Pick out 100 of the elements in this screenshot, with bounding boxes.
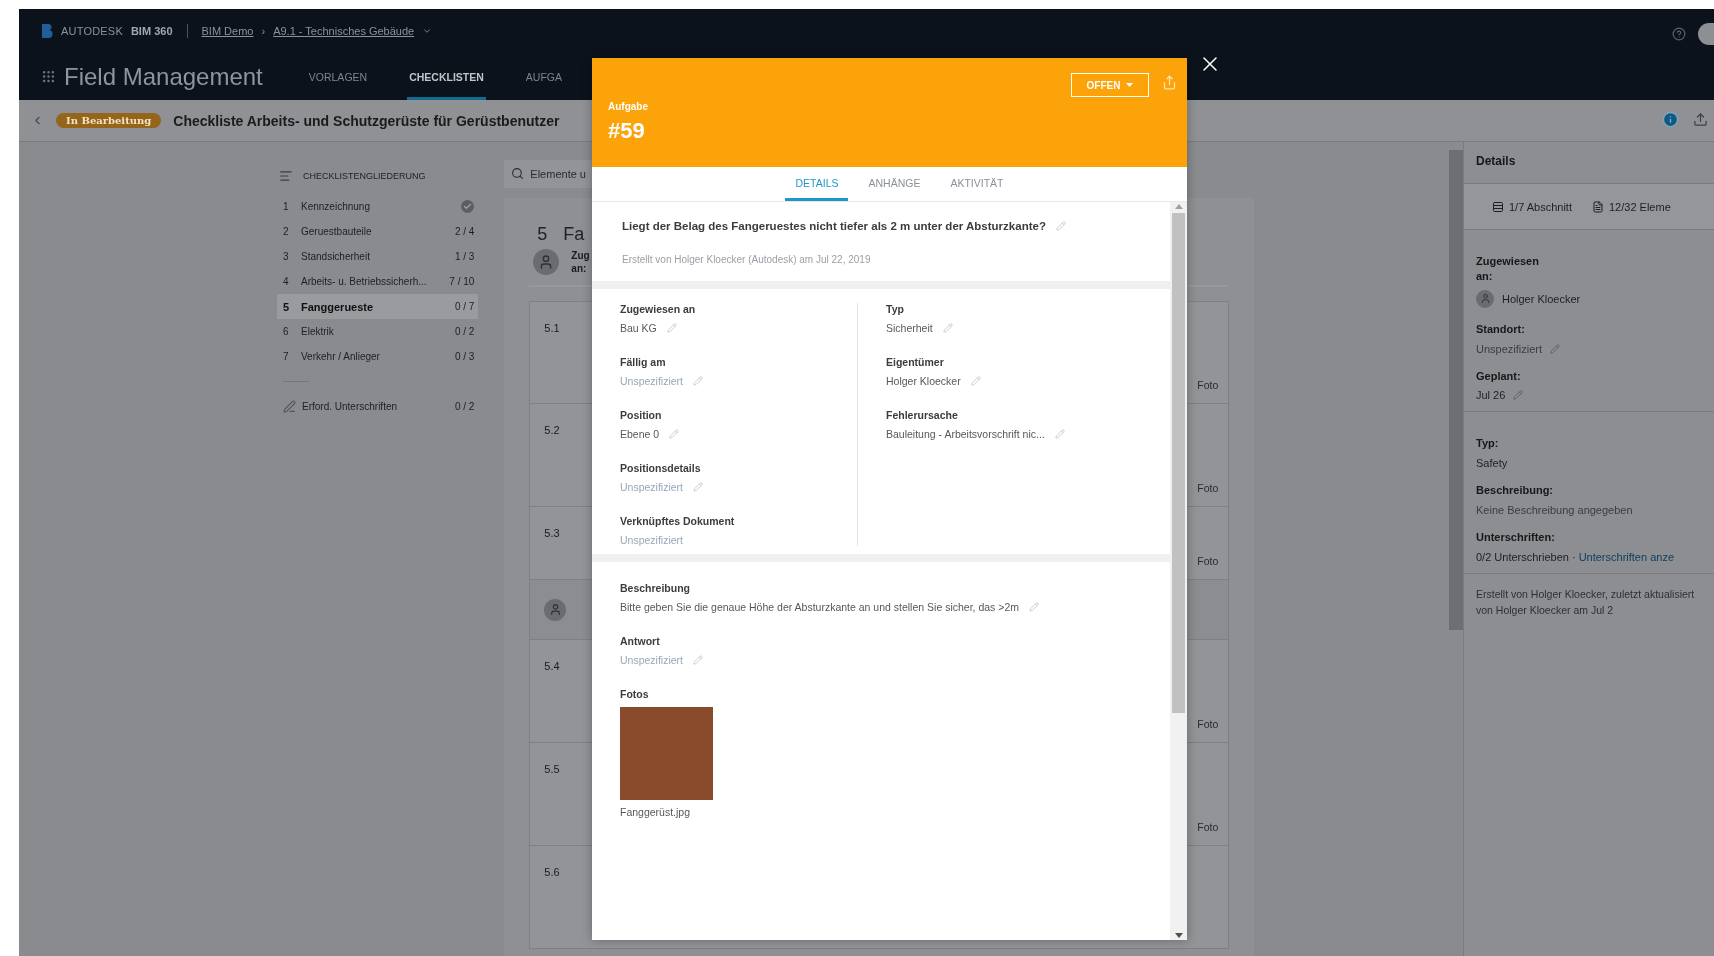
attachment-label: Foto bbox=[1197, 555, 1219, 567]
signatures-link[interactable]: Unterschriften anze bbox=[1578, 550, 1674, 563]
attachment-label: Foto bbox=[1197, 379, 1219, 391]
outline-item[interactable]: 6 Elektrik 0 / 2 bbox=[277, 319, 479, 344]
field-value: Jul 26 bbox=[1476, 389, 1702, 402]
task-type: Aufgabe bbox=[608, 101, 649, 112]
audit-text: Erstellt von Holger Kloecker, zuletzt aktualisiert von Holger Kloecker am Jul 2 bbox=[1475, 586, 1696, 619]
edit-icon[interactable] bbox=[942, 323, 953, 333]
field-value: Safety bbox=[1476, 457, 1509, 470]
attachment-label: Foto bbox=[1197, 821, 1219, 833]
logo-icon bbox=[41, 23, 53, 39]
dialog-tab[interactable]: ANHÄNGE bbox=[858, 167, 931, 201]
edit-icon[interactable] bbox=[1055, 221, 1066, 231]
signature-status: 0/2 Unterschrieben bbox=[1476, 550, 1569, 563]
field-label: Verknüpftes Dokument bbox=[620, 515, 736, 527]
field-value: Unspezifiziert bbox=[1476, 342, 1702, 355]
field-label: Zugewiesen an: bbox=[1476, 254, 1540, 284]
outline-item[interactable]: 3 Standsicherheit 1 / 3 bbox=[277, 244, 479, 269]
share-icon[interactable] bbox=[1162, 75, 1177, 90]
section-count: 2 / 4 bbox=[454, 226, 475, 237]
edit-icon[interactable] bbox=[669, 429, 680, 439]
field-value: Unspezifiziert bbox=[620, 534, 685, 546]
edit-icon[interactable] bbox=[693, 482, 704, 492]
edit-icon[interactable] bbox=[666, 323, 677, 333]
field-label: Typ: bbox=[1476, 436, 1500, 452]
field-label: Position bbox=[620, 409, 663, 421]
assignee-name: Holger Kloecker bbox=[1476, 289, 1702, 308]
edit-icon[interactable] bbox=[693, 655, 704, 665]
avatar bbox=[533, 249, 560, 275]
status-badge: In Bearbeitung bbox=[56, 113, 162, 128]
field-label: Eigentümer bbox=[886, 356, 945, 368]
section-count: 1 / 3 bbox=[454, 251, 475, 262]
outline-item[interactable]: 1 Kennzeichnung bbox=[277, 194, 479, 219]
section-icon bbox=[1492, 200, 1504, 213]
field-label: Beschreibung bbox=[620, 582, 691, 594]
dialog-tab[interactable]: AKTIVITÄT bbox=[940, 167, 1014, 201]
avatar[interactable] bbox=[1698, 23, 1714, 45]
avatar bbox=[1476, 289, 1494, 308]
edit-icon[interactable] bbox=[1550, 343, 1561, 354]
nav-tab[interactable]: VORLAGEN bbox=[306, 53, 370, 100]
dialog-tab[interactable]: DETAILS bbox=[785, 167, 849, 201]
scrollbar[interactable] bbox=[1170, 202, 1187, 940]
section-number: 5 bbox=[537, 224, 548, 245]
edit-icon[interactable] bbox=[1029, 602, 1039, 612]
photo-placeholder[interactable] bbox=[620, 707, 713, 800]
task-question: Liegt der Belag des Fangeruestes nicht tiefer als 2 m unter der Absturzkante? bbox=[622, 220, 1046, 232]
assignee-label: Zug an: bbox=[571, 249, 590, 275]
breadcrumb-separator: › bbox=[261, 25, 266, 37]
photo-filename: Fanggerüst.jpg bbox=[620, 806, 692, 818]
field-label: Antwort bbox=[620, 635, 661, 647]
document-icon bbox=[1592, 200, 1604, 213]
field-label: Fällig am bbox=[620, 356, 667, 368]
avatar bbox=[544, 598, 567, 621]
edit-icon[interactable] bbox=[1054, 429, 1065, 439]
field-value: Keine Beschreibung angegeben bbox=[1476, 504, 1634, 517]
field-value: Unspezifiziert bbox=[620, 375, 857, 387]
field-label: Fehlerursache bbox=[886, 409, 959, 421]
scroll-up-arrow-icon[interactable] bbox=[1174, 204, 1183, 209]
edit-icon[interactable] bbox=[1513, 390, 1524, 401]
help-icon[interactable] bbox=[1672, 27, 1686, 41]
section-count: 7 / 10 bbox=[449, 276, 475, 287]
share-icon[interactable] bbox=[1693, 112, 1708, 127]
field-value: Bitte geben Sie die genaue Höhe der Absturzkante an und stellen Sie sicher, das >2m bbox=[620, 601, 1142, 613]
stat-label: 12/32 Eleme bbox=[1592, 200, 1671, 213]
edit-icon[interactable] bbox=[693, 376, 704, 386]
signatures-item[interactable]: Erford. Unterschriften 0 / 2 bbox=[277, 394, 479, 419]
outline-item[interactable]: 5 Fanggerueste 0 / 7 bbox=[277, 294, 479, 319]
field-value: Bau KG bbox=[620, 322, 857, 334]
search-icon bbox=[511, 167, 525, 180]
outline-item[interactable]: 4 Arbeits- u. Betriebssicherh... 7 / 10 bbox=[277, 269, 479, 294]
attachment-label: Foto bbox=[1197, 718, 1219, 730]
task-number: #59 bbox=[608, 118, 646, 144]
separator-dot: · bbox=[1571, 550, 1576, 563]
field-label: Fotos bbox=[620, 688, 650, 700]
field-value: Unspezifiziert bbox=[620, 654, 1142, 666]
field-label: Unterschriften: bbox=[1476, 530, 1556, 545]
attachment-label: Foto bbox=[1197, 482, 1219, 494]
signature-icon bbox=[283, 400, 296, 413]
caret-icon bbox=[1126, 83, 1134, 87]
outline-item[interactable]: 2 Geruestbauteile 2 / 4 bbox=[277, 219, 479, 244]
info-icon[interactable] bbox=[1662, 111, 1679, 128]
app-title: Field Management bbox=[64, 62, 263, 91]
breadcrumb-link[interactable]: A9.1 - Technisches Gebäude bbox=[273, 25, 415, 37]
nav-tab[interactable]: AUFGA bbox=[523, 53, 564, 100]
dropdown-caret-icon[interactable] bbox=[422, 26, 433, 36]
breadcrumb-link[interactable]: BIM Demo bbox=[201, 25, 254, 37]
brand-name: AUTODESK bbox=[61, 25, 123, 37]
field-label: Beschreibung: bbox=[1476, 483, 1554, 499]
field-label: Geplant: bbox=[1476, 368, 1522, 384]
checklist-title: Checkliste Arbeits- und Schutzgerüste für Gerüstbenutzer bbox=[173, 112, 560, 129]
edit-icon[interactable] bbox=[970, 376, 981, 386]
field-label: Zugewiesen an bbox=[620, 303, 697, 315]
product-name: BIM 360 bbox=[130, 25, 173, 37]
section-count: 0 / 3 bbox=[454, 351, 475, 362]
app-grid-icon[interactable] bbox=[41, 69, 56, 84]
field-value: Sicherheit bbox=[886, 322, 1170, 334]
outline-menu-icon bbox=[279, 169, 293, 183]
outline-item[interactable]: 7 Verkehr / Anlieger 0 / 3 bbox=[277, 344, 479, 369]
scroll-down-arrow-icon[interactable] bbox=[1174, 933, 1183, 938]
field-value: Ebene 0 bbox=[620, 428, 857, 440]
